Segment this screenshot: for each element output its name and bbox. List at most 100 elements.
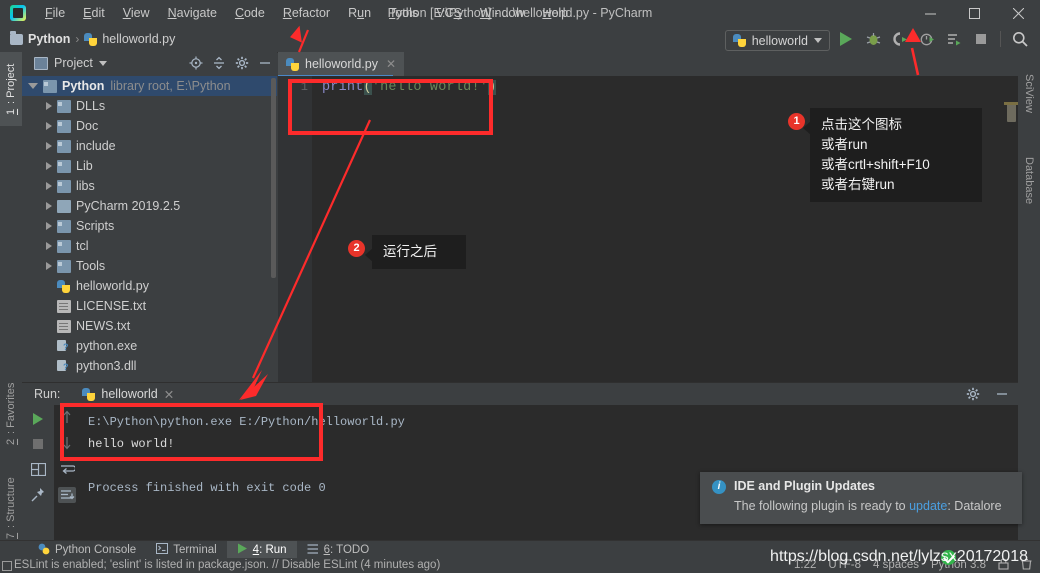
pin-icon[interactable] [29,486,47,502]
scroll-to-end-icon[interactable] [58,487,76,503]
tool-window-tab-python-console[interactable]: Python Console [28,541,146,559]
menu-item-window[interactable]: Window [471,0,533,26]
stop-icon[interactable] [29,436,47,452]
pycharm-logo-icon [10,5,26,21]
close-icon[interactable]: ✕ [164,387,174,402]
tree-node-lib[interactable]: Lib [22,156,277,176]
eslint-toggle-icon[interactable] [2,561,12,571]
sidebar-item-database[interactable]: Database [1018,140,1040,222]
menu-item-code[interactable]: Code [226,0,274,26]
breadcrumb[interactable]: Python › helloworld.py [10,26,175,52]
breadcrumb-item-file[interactable]: helloworld.py [84,32,175,46]
locate-icon[interactable] [187,55,204,72]
search-everywhere-icon[interactable] [1008,27,1032,51]
tree-node-tools[interactable]: Tools [22,256,277,276]
text-file-icon [57,299,71,313]
hide-panel-icon[interactable] [993,386,1010,403]
tree-node-license-txt[interactable]: LICENSE.txt [22,296,277,316]
soft-wrap-icon[interactable] [58,461,76,477]
tree-node-scripts[interactable]: Scripts [22,216,277,236]
tree-node-python-exe[interactable]: python.exe [22,336,277,356]
hide-panel-icon[interactable] [256,55,273,72]
tool-window-tab-terminal[interactable]: Terminal [146,541,226,559]
menu-item-refactor[interactable]: Refactor [274,0,339,26]
run-dashboard-icon[interactable] [942,27,966,51]
menu-item-edit[interactable]: Edit [74,0,114,26]
gear-icon[interactable] [233,55,250,72]
menu-item-view[interactable]: View [114,0,159,26]
project-tree[interactable]: Python library root, E:\Python DLLs Doc incl… [22,76,277,376]
tree-node-python3-dll[interactable]: python3.dll [22,356,277,376]
gear-icon[interactable] [964,386,981,403]
tree-node-label: LICENSE.txt [76,299,147,313]
tree-node-doc[interactable]: Doc [22,116,277,136]
menu-item-vcs[interactable]: VCS [427,0,471,26]
stop-icon[interactable] [969,27,993,51]
tree-node-pycharm-2019-2-5[interactable]: PyCharm 2019.2.5 [22,196,277,216]
run-tab-helloworld[interactable]: helloworld ✕ [82,387,174,402]
close-button[interactable] [996,0,1040,26]
sidebar-item-sciview[interactable]: SciView [1018,56,1040,130]
annotation-line: 或者crtl+shift+F10 [821,157,930,172]
maximize-button[interactable] [952,0,996,26]
pycharm-window: Python [E:\Python] - ...\helloworld.py -… [0,0,1040,572]
chevron-right-icon[interactable] [46,242,52,250]
menu-item-help[interactable]: Help [533,0,577,26]
menu-item-navigate[interactable]: Navigate [159,0,226,26]
project-tool-window: Project Python library root, E:\Python DLL… [22,52,277,382]
sidebar-item-favorites[interactable]: 2: Favorites [0,368,22,460]
run-configuration-selector[interactable]: helloworld [724,30,830,51]
watermark-url: https://blog.csdn.net/lylzsx20172018 [770,548,1028,565]
tree-node-news-txt[interactable]: NEWS.txt [22,316,277,336]
tree-node-tcl[interactable]: tcl [22,236,277,256]
project-scrollbar[interactable] [271,78,276,278]
run-with-coverage-icon[interactable] [888,27,912,51]
run-icon[interactable] [834,27,858,51]
folder-icon [57,119,71,133]
minimize-button[interactable] [908,0,952,26]
tree-node-dlls[interactable]: DLLs [22,96,277,116]
project-panel-title-group[interactable]: Project [34,56,107,70]
menu-item-tools[interactable]: Tools [380,0,427,26]
unknown-file-icon [57,359,71,373]
menu-item-run[interactable]: Run [339,0,380,26]
rerun-icon[interactable] [29,411,47,427]
tree-node-include[interactable]: include [22,136,277,156]
chevron-right-icon[interactable] [46,202,52,210]
editor-scrollbar[interactable] [1004,100,1018,406]
editor-error-stripe-mark[interactable] [1004,102,1018,105]
tool-window-tab-6-todo[interactable]: 6: TODO [297,541,380,559]
chevron-right-icon[interactable] [46,122,52,130]
chevron-right-icon[interactable] [46,142,52,150]
chevron-right-icon[interactable] [46,162,52,170]
chevron-right-icon[interactable] [46,182,52,190]
editor-scroll-thumb[interactable] [1007,104,1016,122]
chevron-right-icon[interactable] [46,102,52,110]
tree-node-libs[interactable]: libs [22,176,277,196]
update-link[interactable]: update [909,499,947,513]
tree-node-helloworld-py[interactable]: helloworld.py [22,276,277,296]
sidebar-item-project[interactable]: 1: Project [0,52,22,126]
notification-balloon[interactable]: i IDE and Plugin Updates The following p… [700,472,1022,524]
chevron-down-icon[interactable] [28,83,38,89]
editor-tab-helloworld[interactable]: helloworld.py ✕ [278,52,405,76]
profile-icon[interactable] [915,27,939,51]
tool-window-tab-4-run[interactable]: 4: Run [226,541,297,559]
collapse-all-icon[interactable] [210,55,227,72]
debug-icon[interactable] [861,27,885,51]
python-icon [732,34,746,47]
chevron-right-icon[interactable] [46,222,52,230]
close-icon[interactable]: ✕ [386,57,396,71]
layout-icon[interactable] [29,461,47,477]
python-file-icon [286,57,299,71]
breadcrumb-item-project[interactable]: Python [10,30,71,46]
breadcrumb-label: Python [28,32,71,46]
tree-node-python[interactable]: Python library root, E:\Python [22,76,277,96]
todo-icon [307,543,319,557]
notification-title: IDE and Plugin Updates [734,479,875,493]
menu-item-file[interactable]: File [36,0,74,26]
run-tab-label: helloworld [101,387,158,401]
chevron-right-icon[interactable] [46,262,52,270]
chevron-down-icon[interactable] [98,60,107,66]
menu-bar[interactable]: File Edit View Navigate Code Refactor Run Tools… [36,0,577,26]
